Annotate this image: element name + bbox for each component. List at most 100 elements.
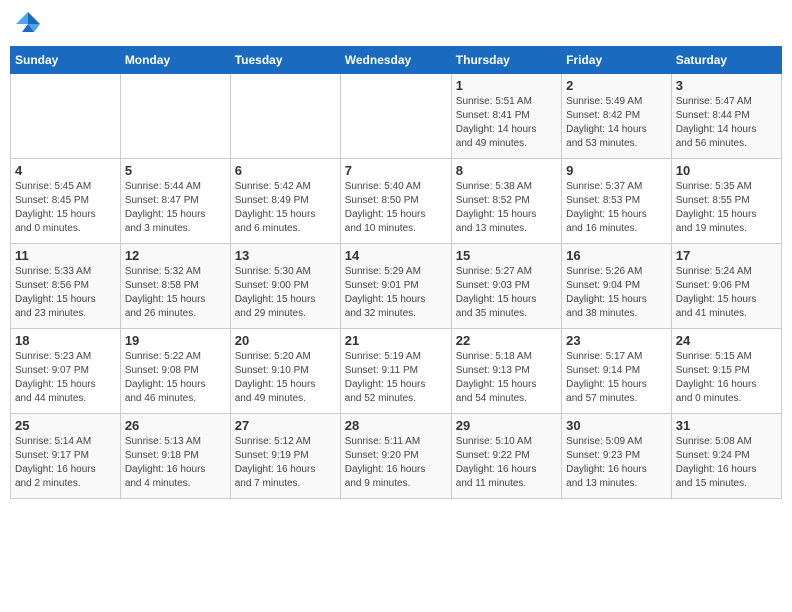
day-info: Sunrise: 5:10 AM Sunset: 9:22 PM Dayligh… (456, 435, 557, 491)
day-info: Sunrise: 5:19 AM Sunset: 9:11 PM Dayligh… (345, 350, 447, 406)
calendar-cell (230, 74, 340, 159)
calendar-cell: 8 Sunrise: 5:38 AM Sunset: 8:52 PM Daylig… (451, 159, 561, 244)
calendar-cell: 21 Sunrise: 5:19 AM Sunset: 9:11 PM Dayli… (340, 329, 451, 414)
weekday-header: Saturday (671, 47, 781, 74)
day-number: 15 (456, 248, 557, 263)
day-number: 24 (676, 333, 777, 348)
day-info: Sunrise: 5:11 AM Sunset: 9:20 PM Dayligh… (345, 435, 447, 491)
day-info: Sunrise: 5:35 AM Sunset: 8:55 PM Dayligh… (676, 180, 777, 236)
day-info: Sunrise: 5:30 AM Sunset: 9:00 PM Dayligh… (235, 265, 336, 321)
day-info: Sunrise: 5:12 AM Sunset: 9:19 PM Dayligh… (235, 435, 336, 491)
day-number: 30 (566, 418, 667, 433)
day-number: 5 (125, 163, 226, 178)
day-number: 18 (15, 333, 116, 348)
calendar-cell: 27 Sunrise: 5:12 AM Sunset: 9:19 PM Dayli… (230, 414, 340, 499)
calendar-cell: 13 Sunrise: 5:30 AM Sunset: 9:00 PM Dayli… (230, 244, 340, 329)
day-number: 7 (345, 163, 447, 178)
day-number: 31 (676, 418, 777, 433)
calendar-cell: 22 Sunrise: 5:18 AM Sunset: 9:13 PM Dayli… (451, 329, 561, 414)
calendar-cell: 7 Sunrise: 5:40 AM Sunset: 8:50 PM Daylig… (340, 159, 451, 244)
day-number: 22 (456, 333, 557, 348)
calendar-week-row: 1 Sunrise: 5:51 AM Sunset: 8:41 PM Daylig… (11, 74, 782, 159)
day-info: Sunrise: 5:23 AM Sunset: 9:07 PM Dayligh… (15, 350, 116, 406)
day-info: Sunrise: 5:15 AM Sunset: 9:15 PM Dayligh… (676, 350, 777, 406)
day-number: 26 (125, 418, 226, 433)
day-info: Sunrise: 5:42 AM Sunset: 8:49 PM Dayligh… (235, 180, 336, 236)
day-number: 28 (345, 418, 447, 433)
day-number: 4 (15, 163, 116, 178)
day-number: 8 (456, 163, 557, 178)
calendar-cell: 18 Sunrise: 5:23 AM Sunset: 9:07 PM Dayli… (11, 329, 121, 414)
day-info: Sunrise: 5:37 AM Sunset: 8:53 PM Dayligh… (566, 180, 667, 236)
calendar-cell: 14 Sunrise: 5:29 AM Sunset: 9:01 PM Dayli… (340, 244, 451, 329)
calendar-cell: 10 Sunrise: 5:35 AM Sunset: 8:55 PM Dayli… (671, 159, 781, 244)
day-info: Sunrise: 5:17 AM Sunset: 9:14 PM Dayligh… (566, 350, 667, 406)
day-number: 6 (235, 163, 336, 178)
calendar-cell: 11Sunrise: 5:33 AM Sunset: 8:56 PM Dayli… (11, 244, 121, 329)
day-number: 12 (125, 248, 226, 263)
day-info: Sunrise: 5:26 AM Sunset: 9:04 PM Dayligh… (566, 265, 667, 321)
day-info: Sunrise: 5:29 AM Sunset: 9:01 PM Dayligh… (345, 265, 447, 321)
calendar-week-row: 18 Sunrise: 5:23 AM Sunset: 9:07 PM Dayli… (11, 329, 782, 414)
weekday-header: Friday (562, 47, 672, 74)
day-number: 21 (345, 333, 447, 348)
calendar-header-row: SundayMondayTuesdayWednesdayThursdayFrid… (11, 47, 782, 74)
calendar-cell: 4 Sunrise: 5:45 AM Sunset: 8:45 PM Daylig… (11, 159, 121, 244)
day-number: 10 (676, 163, 777, 178)
calendar-week-row: 11Sunrise: 5:33 AM Sunset: 8:56 PM Dayli… (11, 244, 782, 329)
day-info: Sunrise: 5:47 AM Sunset: 8:44 PM Dayligh… (676, 95, 777, 151)
day-number: 20 (235, 333, 336, 348)
calendar-table: SundayMondayTuesdayWednesdayThursdayFrid… (10, 46, 782, 499)
day-info: Sunrise: 5:18 AM Sunset: 9:13 PM Dayligh… (456, 350, 557, 406)
calendar-cell: 26 Sunrise: 5:13 AM Sunset: 9:18 PM Dayli… (120, 414, 230, 499)
day-info: Sunrise: 5:27 AM Sunset: 9:03 PM Dayligh… (456, 265, 557, 321)
calendar-cell: 20 Sunrise: 5:20 AM Sunset: 9:10 PM Dayli… (230, 329, 340, 414)
calendar-cell: 30 Sunrise: 5:09 AM Sunset: 9:23 PM Dayli… (562, 414, 672, 499)
weekday-header: Thursday (451, 47, 561, 74)
day-number: 27 (235, 418, 336, 433)
day-info: Sunrise: 5:13 AM Sunset: 9:18 PM Dayligh… (125, 435, 226, 491)
day-number: 29 (456, 418, 557, 433)
day-number: 13 (235, 248, 336, 263)
day-info: Sunrise: 5:38 AM Sunset: 8:52 PM Dayligh… (456, 180, 557, 236)
day-info: Sunrise: 5:09 AM Sunset: 9:23 PM Dayligh… (566, 435, 667, 491)
calendar-cell: 3Sunrise: 5:47 AM Sunset: 8:44 PM Daylig… (671, 74, 781, 159)
day-number: 19 (125, 333, 226, 348)
day-number: 1 (456, 78, 557, 93)
calendar-week-row: 4 Sunrise: 5:45 AM Sunset: 8:45 PM Daylig… (11, 159, 782, 244)
calendar-cell: 5Sunrise: 5:44 AM Sunset: 8:47 PM Daylig… (120, 159, 230, 244)
weekday-header: Tuesday (230, 47, 340, 74)
calendar-cell: 24 Sunrise: 5:15 AM Sunset: 9:15 PM Dayli… (671, 329, 781, 414)
day-info: Sunrise: 5:32 AM Sunset: 8:58 PM Dayligh… (125, 265, 226, 321)
day-info: Sunrise: 5:08 AM Sunset: 9:24 PM Dayligh… (676, 435, 777, 491)
weekday-header: Monday (120, 47, 230, 74)
calendar-cell (120, 74, 230, 159)
day-info: Sunrise: 5:45 AM Sunset: 8:45 PM Dayligh… (15, 180, 116, 236)
day-number: 17 (676, 248, 777, 263)
calendar-cell: 1 Sunrise: 5:51 AM Sunset: 8:41 PM Daylig… (451, 74, 561, 159)
calendar-cell: 9Sunrise: 5:37 AM Sunset: 8:53 PM Daylig… (562, 159, 672, 244)
calendar-cell: 15 Sunrise: 5:27 AM Sunset: 9:03 PM Dayli… (451, 244, 561, 329)
logo (14, 10, 46, 38)
day-number: 16 (566, 248, 667, 263)
day-number: 14 (345, 248, 447, 263)
weekday-header: Wednesday (340, 47, 451, 74)
day-info: Sunrise: 5:40 AM Sunset: 8:50 PM Dayligh… (345, 180, 447, 236)
day-info: Sunrise: 5:49 AM Sunset: 8:42 PM Dayligh… (566, 95, 667, 151)
day-info: Sunrise: 5:24 AM Sunset: 9:06 PM Dayligh… (676, 265, 777, 321)
calendar-cell (340, 74, 451, 159)
calendar-cell: 17 Sunrise: 5:24 AM Sunset: 9:06 PM Dayli… (671, 244, 781, 329)
calendar-cell: 25Sunrise: 5:14 AM Sunset: 9:17 PM Dayli… (11, 414, 121, 499)
calendar-cell: 6 Sunrise: 5:42 AM Sunset: 8:49 PM Daylig… (230, 159, 340, 244)
day-info: Sunrise: 5:22 AM Sunset: 9:08 PM Dayligh… (125, 350, 226, 406)
day-number: 2 (566, 78, 667, 93)
day-info: Sunrise: 5:51 AM Sunset: 8:41 PM Dayligh… (456, 95, 557, 151)
day-number: 25 (15, 418, 116, 433)
day-number: 23 (566, 333, 667, 348)
calendar-week-row: 25Sunrise: 5:14 AM Sunset: 9:17 PM Dayli… (11, 414, 782, 499)
calendar-cell: 28 Sunrise: 5:11 AM Sunset: 9:20 PM Dayli… (340, 414, 451, 499)
calendar-cell: 19 Sunrise: 5:22 AM Sunset: 9:08 PM Dayli… (120, 329, 230, 414)
calendar-cell: 2 Sunrise: 5:49 AM Sunset: 8:42 PM Daylig… (562, 74, 672, 159)
day-info: Sunrise: 5:33 AM Sunset: 8:56 PM Dayligh… (15, 265, 116, 321)
day-info: Sunrise: 5:20 AM Sunset: 9:10 PM Dayligh… (235, 350, 336, 406)
